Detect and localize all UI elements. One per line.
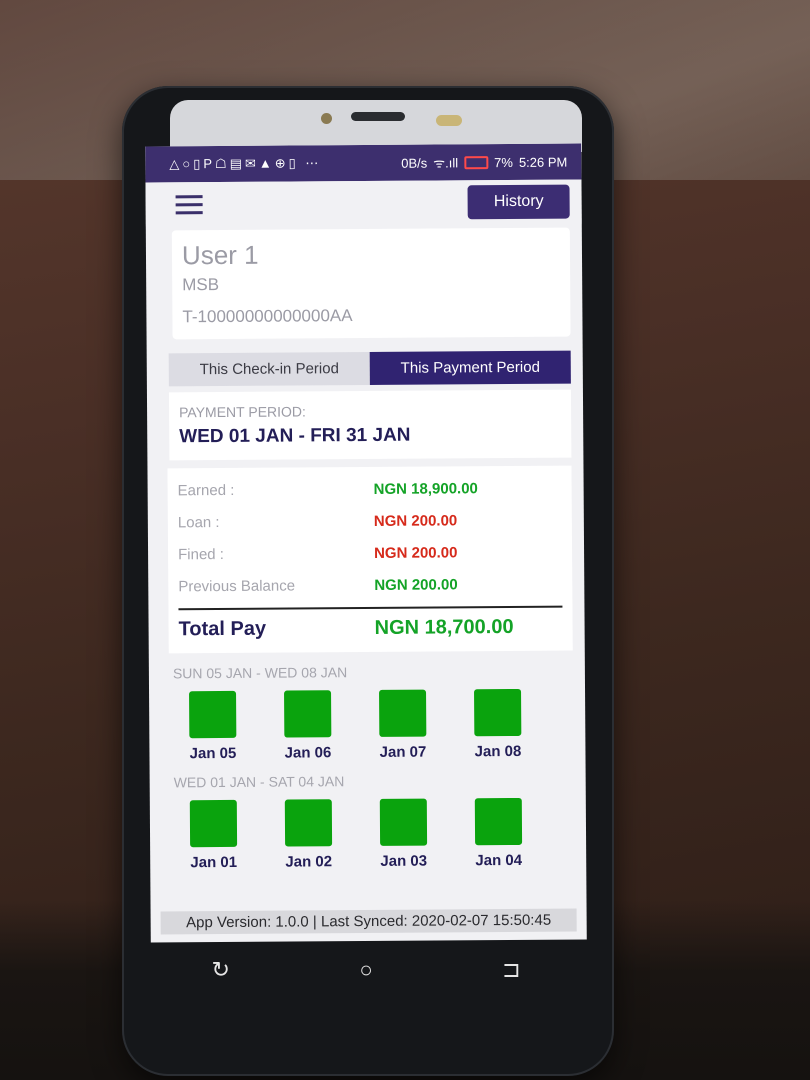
app-version-footer: App Version: 1.0.0 | Last Synced: 2020-0…: [160, 908, 577, 935]
summary-divider: [178, 605, 563, 611]
summary-label: Previous Balance: [178, 576, 296, 595]
system-nav-bar: ↻ ○ ⊐: [148, 942, 584, 998]
user-card: User 1 MSB T-10000000000000AA: [171, 227, 571, 340]
day-label: Jan 02: [285, 853, 333, 871]
week-days: Jan 01 Jan 02 Jan 03 Jan 04: [189, 797, 586, 872]
menu-line: [175, 210, 203, 214]
day-label: Jan 03: [380, 852, 428, 870]
summary-row-earned: Earned : NGN 18,900.00: [178, 472, 562, 507]
front-camera: [321, 113, 332, 124]
day-status-square: [379, 689, 427, 737]
week-days: Jan 05 Jan 06 Jan 07 Jan 08: [189, 688, 585, 762]
earpiece-speaker: [351, 112, 405, 121]
status-bar: △○▯P☖▤✉▲⊕▯ ⋯ 0B/s ᯤ.ıll 7% 5:26 PM: [145, 143, 582, 183]
app-toolbar: History: [145, 179, 582, 227]
menu-line: [175, 202, 203, 206]
app-screen: △○▯P☖▤✉▲⊕▯ ⋯ 0B/s ᯤ.ıll 7% 5:26 PM Histo…: [145, 143, 587, 943]
total-pay-row: Total Pay NGN 18,700.00: [179, 616, 563, 642]
day-status-square: [474, 688, 522, 737]
clock: 5:26 PM: [518, 154, 568, 170]
pay-summary-card: Earned : NGN 18,900.00 Loan : NGN 200.00…: [167, 465, 573, 654]
summary-label: Earned :: [177, 481, 235, 499]
summary-row-previous-balance: Previous Balance NGN 200.00: [178, 568, 562, 603]
tab-check-in-period[interactable]: This Check-in Period: [168, 351, 370, 387]
payment-period-card: PAYMENT PERIOD: WED 01 JAN - FRI 31 JAN: [168, 389, 572, 461]
day-cell[interactable]: Jan 04: [474, 797, 523, 870]
net-speed: 0B/s: [401, 155, 428, 171]
day-cell[interactable]: Jan 07: [379, 689, 427, 761]
day-label: Jan 04: [475, 851, 523, 870]
total-pay-value: NGN 18,700.00: [374, 615, 514, 639]
battery-level: 7%: [494, 154, 513, 170]
summary-value: NGN 18,900.00: [373, 479, 478, 498]
day-label: Jan 06: [284, 744, 332, 762]
user-name: User 1: [181, 239, 259, 271]
total-pay-label: Total Pay: [178, 617, 267, 641]
user-id: T-10000000000000AA: [182, 306, 353, 327]
day-label: Jan 05: [189, 744, 237, 763]
week-label: SUN 05 JAN - WED 08 JAN: [172, 664, 348, 682]
day-cell[interactable]: Jan 02: [284, 799, 333, 871]
day-cell[interactable]: Jan 08: [474, 688, 522, 761]
payment-period-label: PAYMENT PERIOD:: [179, 403, 306, 421]
day-status-square: [474, 797, 523, 846]
summary-value: NGN 200.00: [373, 511, 458, 530]
day-label: Jan 07: [379, 743, 427, 761]
day-cell[interactable]: Jan 01: [189, 799, 238, 872]
history-button[interactable]: History: [467, 184, 570, 220]
summary-row-loan: Loan : NGN 200.00: [178, 504, 562, 539]
day-status-square: [189, 690, 237, 739]
day-cell[interactable]: Jan 05: [189, 690, 237, 763]
summary-label: Fined :: [178, 545, 224, 563]
battery-icon: [464, 155, 489, 169]
day-status-square: [284, 799, 333, 847]
payment-period-range: WED 01 JAN - FRI 31 JAN: [179, 424, 411, 448]
day-cell[interactable]: Jan 06: [284, 690, 332, 762]
week-label: WED 01 JAN - SAT 04 JAN: [173, 773, 345, 791]
recents-icon[interactable]: ↻: [201, 957, 241, 983]
summary-value: NGN 200.00: [374, 543, 458, 562]
day-label: Jan 08: [474, 742, 522, 761]
day-status-square: [284, 690, 332, 738]
front-flash: [436, 115, 462, 126]
summary-value: NGN 200.00: [374, 575, 458, 594]
signal-icon: ᯤ.ıll: [433, 155, 459, 171]
menu-icon[interactable]: [175, 194, 203, 214]
period-tabs: This Check-in Period This Payment Period: [168, 350, 571, 387]
status-right: 0B/s ᯤ.ıll 7% 5:26 PM: [401, 153, 567, 172]
back-icon[interactable]: ⊐: [491, 957, 531, 983]
day-cell[interactable]: Jan 03: [379, 798, 428, 870]
day-label: Jan 01: [190, 853, 238, 872]
day-status-square: [189, 799, 238, 848]
summary-label: Loan :: [177, 513, 220, 531]
notification-icons: △○▯P☖▤✉▲⊕▯ ⋯: [169, 155, 322, 172]
day-status-square: [379, 798, 428, 846]
user-org: MSB: [182, 275, 220, 295]
summary-row-fined: Fined : NGN 200.00: [178, 536, 562, 571]
tab-payment-period[interactable]: This Payment Period: [369, 350, 571, 385]
menu-line: [175, 194, 203, 198]
home-icon[interactable]: ○: [346, 957, 386, 983]
